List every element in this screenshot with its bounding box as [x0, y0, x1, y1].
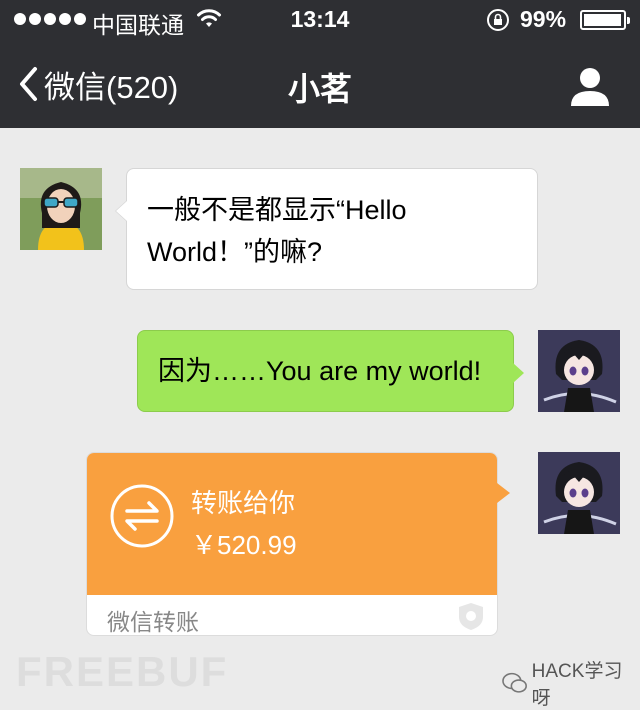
anime-avatar-image	[538, 452, 620, 534]
transfer-amount: ￥520.99	[191, 530, 297, 560]
contact-profile-icon[interactable]	[568, 64, 612, 108]
battery-percent: 99%	[520, 6, 567, 32]
account-watermark: HACK学习呀	[502, 656, 640, 710]
message-text: 因为……You are my world!	[158, 356, 482, 386]
chat-title: 小茗	[287, 71, 352, 107]
message-text-line: 一般不是都显示“Hello	[147, 195, 407, 225]
battery-icon	[580, 10, 630, 30]
girl-avatar-image	[20, 168, 102, 250]
outgoing-message-bubble[interactable]: 因为……You are my world!	[137, 330, 524, 412]
wechat-icon	[502, 672, 527, 693]
shield-icon	[459, 603, 483, 630]
rotation-lock-icon	[487, 9, 509, 31]
transfer-card-header: 转账给你 ￥520.99	[87, 453, 497, 595]
my-avatar[interactable]	[538, 330, 620, 412]
freebuf-watermark: FREEBUF	[16, 648, 229, 695]
transfer-card[interactable]: 转账给你 ￥520.99 微信转账	[86, 452, 510, 636]
transfer-footer-label: 微信转账	[107, 609, 199, 635]
my-avatar[interactable]	[538, 452, 620, 534]
message-text-line: World！”的嘛?	[147, 237, 323, 267]
incoming-message-bubble[interactable]: 一般不是都显示“Hello World！”的嘛?	[115, 168, 538, 290]
anime-avatar-image	[538, 330, 620, 412]
account-watermark-label: HACK学习呀	[531, 661, 623, 709]
contact-avatar[interactable]	[20, 168, 102, 250]
navigation-bar: 微信(520) 小茗	[0, 40, 640, 128]
transfer-title: 转账给你	[191, 488, 296, 518]
transfer-arrows-icon	[110, 484, 174, 548]
status-bar: 中国联通 13:14 99%	[0, 0, 640, 40]
